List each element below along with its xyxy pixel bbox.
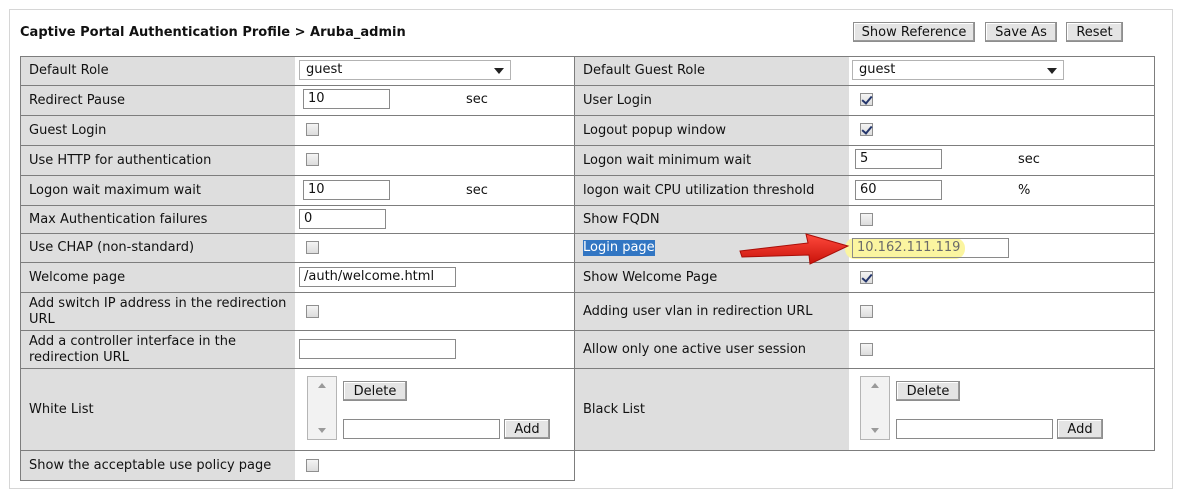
login-page-input[interactable]: 10.162.111.119 bbox=[852, 238, 1009, 258]
use-http-checkbox[interactable] bbox=[306, 153, 319, 166]
scroll-up-icon bbox=[318, 383, 326, 388]
scroll-up-icon bbox=[871, 383, 879, 388]
logon-wait-cpu-unit: % bbox=[1018, 183, 1031, 198]
logon-wait-min-input[interactable]: 5 bbox=[855, 149, 942, 169]
chevron-down-icon bbox=[1047, 68, 1057, 74]
guest-login-label: Guest Login bbox=[21, 116, 295, 145]
redirect-pause-label: Redirect Pause bbox=[21, 86, 295, 115]
max-auth-failures-input[interactable]: 0 bbox=[299, 209, 386, 229]
black-list-input[interactable] bbox=[896, 419, 1053, 439]
add-controller-if-label: Add a controller interface in the redire… bbox=[21, 331, 295, 368]
show-welcome-checkbox[interactable] bbox=[860, 271, 873, 284]
scroll-down-icon bbox=[871, 428, 879, 433]
welcome-page-input[interactable]: /auth/welcome.html bbox=[299, 267, 456, 287]
logout-popup-label: Logout popup window bbox=[575, 116, 849, 145]
red-arrow-icon bbox=[739, 233, 850, 265]
show-aup-checkbox[interactable] bbox=[306, 459, 319, 472]
adding-user-vlan-checkbox[interactable] bbox=[860, 305, 873, 318]
use-http-label: Use HTTP for authentication bbox=[21, 146, 295, 175]
reset-button[interactable]: Reset bbox=[1066, 22, 1123, 42]
adding-user-vlan-label: Adding user vlan in redirection URL bbox=[575, 293, 849, 330]
add-switch-ip-label: Add switch IP address in the redirection… bbox=[21, 293, 295, 330]
default-role-label: Default Role bbox=[21, 57, 295, 85]
user-login-label: User Login bbox=[575, 86, 849, 115]
guest-login-checkbox[interactable] bbox=[306, 123, 319, 136]
logon-wait-min-label: Logon wait minimum wait bbox=[575, 146, 849, 175]
logon-wait-min-unit: sec bbox=[1018, 152, 1040, 167]
black-list-listbox[interactable] bbox=[860, 376, 890, 440]
white-list-add-button[interactable]: Add bbox=[504, 419, 550, 439]
max-auth-failures-label: Max Authentication failures bbox=[21, 206, 295, 233]
black-list-scrollbar[interactable] bbox=[861, 377, 889, 439]
logon-wait-cpu-input[interactable]: 60 bbox=[855, 180, 942, 200]
scroll-down-icon bbox=[318, 428, 326, 433]
add-controller-if-input[interactable] bbox=[299, 339, 456, 359]
save-as-button[interactable]: Save As bbox=[985, 22, 1057, 42]
user-login-checkbox[interactable] bbox=[860, 93, 873, 106]
white-list-listbox[interactable] bbox=[307, 376, 337, 440]
logon-wait-max-input[interactable]: 10 bbox=[303, 180, 390, 200]
show-reference-button[interactable]: Show Reference bbox=[853, 22, 975, 42]
redirect-pause-input[interactable]: 10 bbox=[303, 89, 390, 109]
black-list-label: Black List bbox=[575, 369, 849, 450]
show-aup-label: Show the acceptable use policy page bbox=[21, 451, 295, 480]
white-list-input[interactable] bbox=[343, 419, 500, 439]
default-guest-role-select[interactable]: guest bbox=[852, 60, 1064, 80]
page-title: Captive Portal Authentication Profile > … bbox=[20, 25, 406, 40]
logon-wait-max-unit: sec bbox=[466, 183, 488, 198]
show-fqdn-checkbox[interactable] bbox=[860, 213, 873, 226]
white-list-label: White List bbox=[21, 369, 295, 450]
logout-popup-checkbox[interactable] bbox=[860, 123, 873, 136]
default-role-select[interactable]: guest bbox=[299, 60, 511, 80]
add-switch-ip-checkbox[interactable] bbox=[306, 305, 319, 318]
welcome-page-label: Welcome page bbox=[21, 263, 295, 292]
black-list-add-button[interactable]: Add bbox=[1057, 419, 1103, 439]
white-list-delete-button[interactable]: Delete bbox=[343, 381, 407, 401]
chevron-down-icon bbox=[494, 68, 504, 74]
allow-one-session-label: Allow only one active user session bbox=[575, 331, 849, 368]
redirect-pause-unit: sec bbox=[466, 92, 488, 107]
use-chap-checkbox[interactable] bbox=[306, 241, 319, 254]
allow-one-session-checkbox[interactable] bbox=[860, 343, 873, 356]
use-chap-label: Use CHAP (non-standard) bbox=[21, 234, 295, 262]
show-fqdn-label: Show FQDN bbox=[575, 206, 849, 233]
logon-wait-max-label: Logon wait maximum wait bbox=[21, 176, 295, 205]
white-list-scrollbar[interactable] bbox=[308, 377, 336, 439]
logon-wait-cpu-label: logon wait CPU utilization threshold bbox=[575, 176, 849, 205]
black-list-delete-button[interactable]: Delete bbox=[896, 381, 960, 401]
default-guest-role-label: Default Guest Role bbox=[575, 57, 849, 85]
column-divider bbox=[574, 56, 575, 451]
